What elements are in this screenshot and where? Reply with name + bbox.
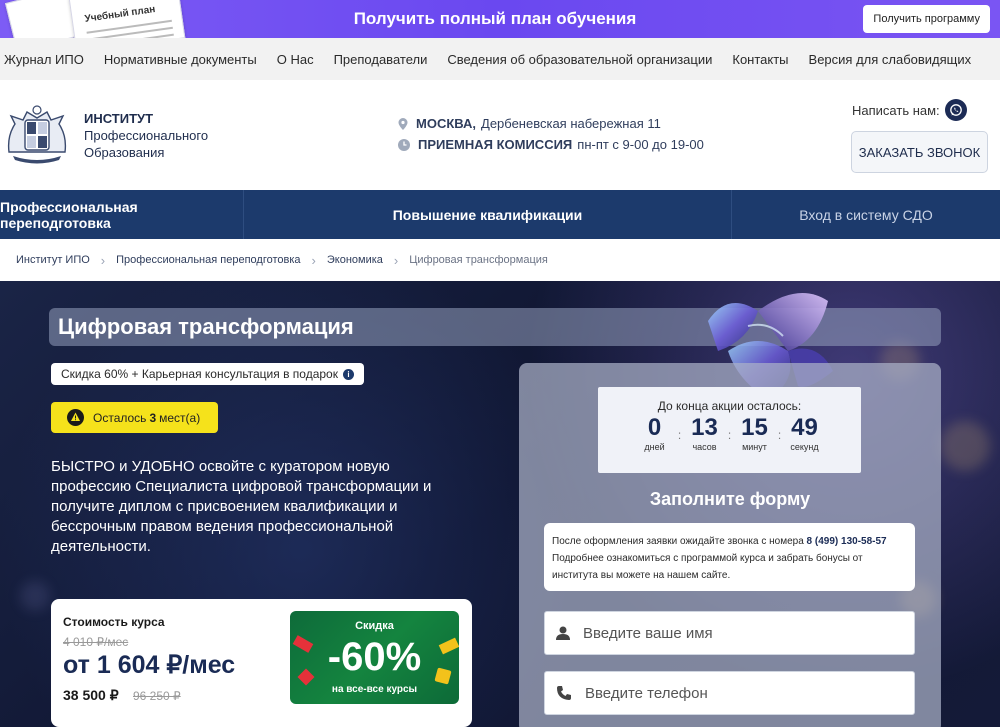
total-price: 38 500 ₽ (63, 687, 119, 703)
write-us: Написать нам: (852, 99, 967, 121)
breadcrumb-item-retraining[interactable]: Профессиональная переподготовка (116, 254, 300, 266)
old-monthly-price: 4 010 ₽/мес (63, 635, 129, 649)
price-label: Стоимость курса (63, 615, 165, 629)
nav-teachers[interactable]: Преподаватели (334, 52, 428, 67)
nav-normative-docs[interactable]: Нормативные документы (104, 52, 257, 67)
breadcrumb-item-institute[interactable]: Институт ИПО (16, 254, 90, 266)
offer-badge: Скидка 60% + Карьерная консультация в по… (51, 363, 364, 385)
institute-logo[interactable] (3, 100, 71, 168)
user-icon (556, 626, 570, 640)
breadcrumb: Институт ИПО › Профессиональная переподг… (0, 239, 1000, 281)
timer-seconds: 49 секунд (790, 414, 819, 452)
order-call-button[interactable]: ЗАКАЗАТЬ ЗВОНОК (851, 131, 988, 173)
course-hero: Цифровая трансформация Скидка 60% + Карь… (0, 281, 1000, 727)
phone-icon (557, 686, 571, 700)
top-navigation: Журнал ИПО Нормативные документы О Нас П… (0, 38, 1000, 80)
discount-banner: Скидка -60% на все-все курсы (290, 611, 459, 704)
nav-journal[interactable]: Журнал ИПО (4, 52, 84, 67)
admission-hours: пн-пт с 9-00 до 19-00 (577, 137, 704, 152)
nav-org-info[interactable]: Сведения об образовательной организации (447, 52, 712, 67)
warning-icon (67, 409, 84, 426)
info-icon[interactable]: i (342, 368, 354, 380)
nav-sdo-login[interactable]: Вход в систему СДО (732, 190, 1000, 239)
countdown-timer: До конца акции осталось: 0 дней : 13 часов… (598, 387, 861, 473)
nav-qualification-upgrade[interactable]: Повышение квалификации (244, 190, 732, 239)
chevron-right-icon: › (100, 252, 106, 268)
timer-hours: 13 часов (691, 414, 718, 452)
old-total-price: 96 250 ₽ (133, 689, 181, 703)
clock-icon (398, 138, 410, 151)
monthly-price: от 1 604 ₽/мес (63, 651, 236, 679)
breadcrumb-item-economics[interactable]: Экономика (327, 254, 383, 266)
address: Дербеневская набережная 11 (481, 116, 661, 131)
whatsapp-icon[interactable] (944, 99, 967, 121)
phone-field[interactable] (544, 671, 915, 715)
get-program-button[interactable]: Получить программу (863, 5, 990, 33)
timer-days: 0 дней (644, 414, 665, 452)
institute-name: ИНСТИТУТ Профессионального Образования (84, 111, 209, 160)
name-input[interactable] (583, 624, 883, 642)
city: МОСКВА, (416, 116, 477, 131)
site-header: ИНСТИТУТ Профессионального Образования М… (0, 80, 1000, 190)
promo-banner: Учебный план Получить полный план обучен… (0, 0, 1000, 38)
breadcrumb-current: Цифровая трансформация (409, 254, 548, 266)
form-title: Заполните форму (649, 489, 811, 509)
nav-accessibility[interactable]: Версия для слабовидящих (809, 52, 972, 67)
phone-input[interactable] (585, 684, 885, 702)
name-field[interactable] (544, 611, 915, 655)
nav-contacts[interactable]: Контакты (732, 52, 788, 67)
callback-phone: 8 (499) 130-58-57 (806, 536, 887, 547)
nav-professional-retraining[interactable]: Профессиональная переподготовка (0, 190, 244, 239)
promo-title: Получить полный план обучения (353, 9, 637, 28)
chevron-right-icon: › (393, 252, 399, 268)
nav-about[interactable]: О Нас (277, 52, 314, 67)
price-card: Стоимость курса 4 010 ₽/мес от 1 604 ₽/м… (51, 599, 472, 727)
form-note: После оформления заявки ожидайте звонка … (544, 523, 915, 591)
course-description: БЫСТРО и УДОБНО освойте с куратором нову… (51, 458, 432, 555)
application-form: До конца акции осталось: 0 дней : 13 часов… (519, 363, 941, 727)
seats-left-badge: Осталось 3 мест(а) (51, 402, 218, 433)
location-pin-icon (398, 117, 408, 130)
chevron-right-icon: › (311, 252, 316, 268)
course-title: Цифровая трансформация (58, 314, 354, 339)
main-navigation: Профессиональная переподготовка Повышени… (0, 190, 1000, 239)
timer-minutes: 15 минут (741, 414, 768, 452)
contact-info: МОСКВА, Дербеневская набережная 11 ПРИЕМ… (398, 116, 704, 158)
admission-label: ПРИЕМНАЯ КОМИССИЯ (418, 137, 573, 152)
